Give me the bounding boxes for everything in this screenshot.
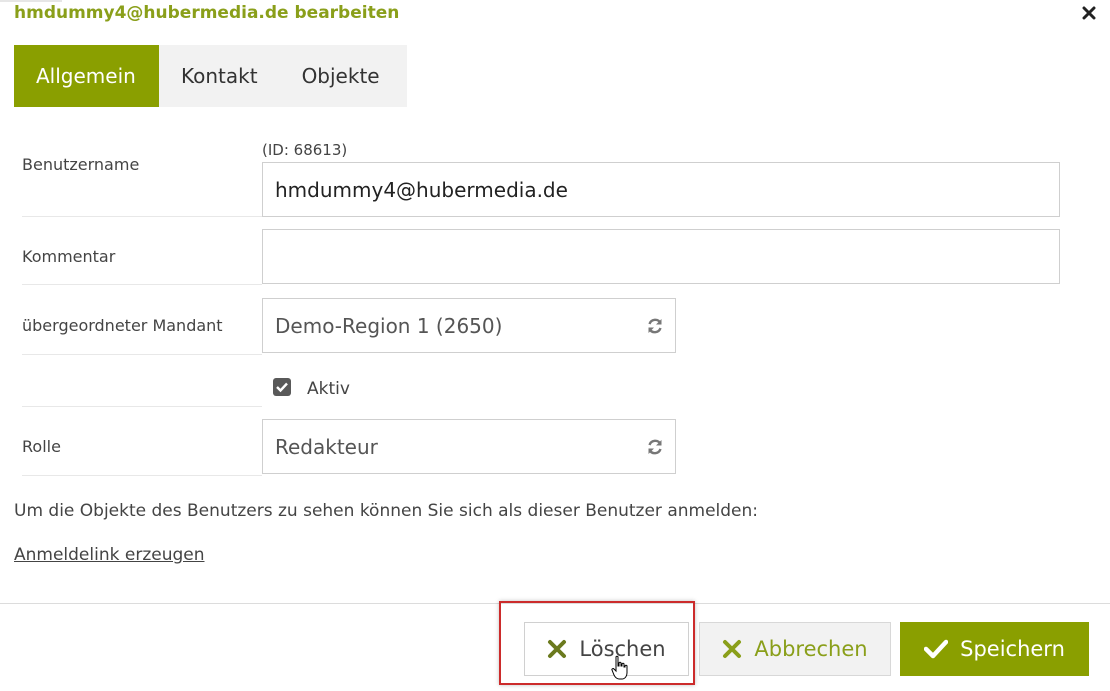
active-label: Aktiv xyxy=(307,379,350,399)
username-value: hmdummy4@hubermedia.de xyxy=(275,177,568,202)
row-divider xyxy=(22,475,262,476)
x-icon xyxy=(548,640,567,658)
username-label: Benutzername xyxy=(22,155,140,174)
tab-kontakt[interactable]: Kontakt xyxy=(159,45,280,107)
hand-cursor-icon xyxy=(611,655,628,680)
role-value: Redakteur xyxy=(275,434,378,459)
user-id-note: (ID: 68613) xyxy=(262,141,348,159)
login-link[interactable]: Anmeldelink erzeugen xyxy=(14,545,205,565)
checkmark-icon xyxy=(276,382,288,393)
tab-allgemein[interactable]: Allgemein xyxy=(14,45,159,107)
role-select[interactable]: Redakteur xyxy=(262,419,676,474)
delete-button[interactable]: Löschen xyxy=(524,622,689,676)
tab-objekte[interactable]: Objekte xyxy=(280,45,402,107)
close-icon[interactable] xyxy=(1082,6,1096,20)
parent-client-value: Demo-Region 1 (2650) xyxy=(275,313,503,338)
role-label: Rolle xyxy=(22,437,61,456)
active-checkbox[interactable] xyxy=(273,378,291,396)
refresh-icon[interactable] xyxy=(645,437,665,457)
dialog-title: hmdummy4@hubermedia.de bearbeiten xyxy=(14,3,400,23)
comment-label: Kommentar xyxy=(22,247,116,266)
checkmark-icon xyxy=(924,639,949,659)
comment-field[interactable] xyxy=(262,229,1060,284)
row-divider xyxy=(22,354,262,355)
refresh-icon[interactable] xyxy=(645,316,665,336)
top-edge-line xyxy=(0,0,62,2)
parent-client-label: übergeordneter Mandant xyxy=(22,316,223,335)
info-text: Um die Objekte des Benutzers zu sehen kö… xyxy=(14,501,759,521)
cancel-button-label: Abbrechen xyxy=(754,637,868,661)
cancel-button[interactable]: Abbrechen xyxy=(699,622,891,676)
save-button[interactable]: Speichern xyxy=(900,622,1089,676)
x-icon xyxy=(723,640,742,658)
row-divider xyxy=(22,216,262,217)
row-divider xyxy=(22,284,262,285)
tab-bar: Allgemein Kontakt Objekte xyxy=(14,45,407,107)
parent-client-select[interactable]: Demo-Region 1 (2650) xyxy=(262,298,676,353)
row-divider xyxy=(22,406,262,407)
username-field[interactable]: hmdummy4@hubermedia.de xyxy=(262,162,1060,217)
save-button-label: Speichern xyxy=(960,637,1065,661)
